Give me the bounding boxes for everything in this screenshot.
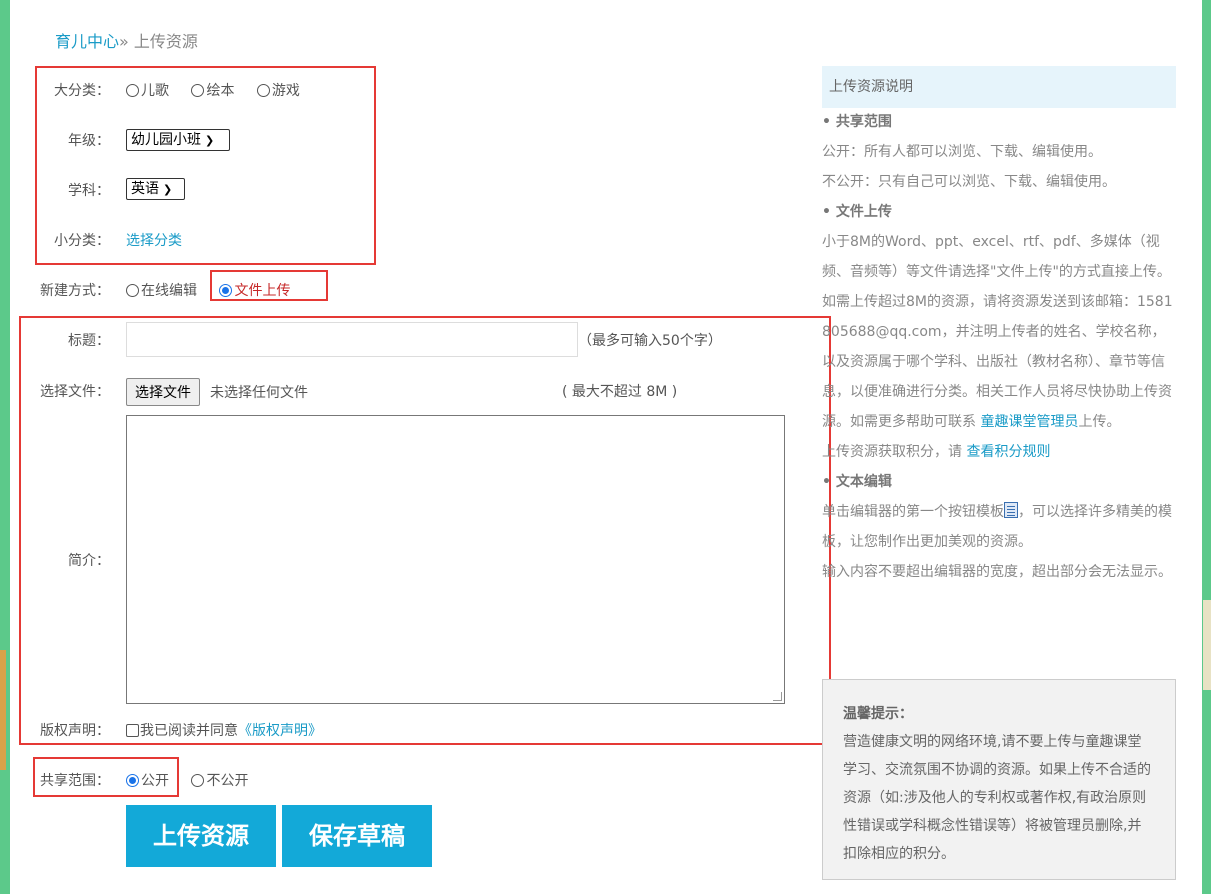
category-option-picturebook[interactable]: 绘本: [191, 83, 234, 99]
subcategory-label: 小分类：: [54, 233, 110, 249]
radio-checked-icon: [219, 284, 233, 297]
radio-icon: [126, 84, 139, 97]
sidebar-editor-title: • 文本编辑: [822, 474, 892, 490]
sidebar-points-text: 上传资源获取积分，请 查看积分规则: [822, 444, 1051, 460]
admin-contact-link[interactable]: 童趣课堂管理员: [980, 414, 1078, 430]
tip-box: 温馨提示： 营造健康文明的网络环境,请不要上传与童趣课堂学习、交流氛围不协调的资…: [822, 679, 1176, 880]
share-option-private[interactable]: 不公开: [191, 773, 248, 789]
sidebar-header: 上传资源说明: [822, 66, 1176, 108]
share-option-public[interactable]: 公开: [126, 773, 169, 789]
select-category-link[interactable]: 选择分类: [126, 230, 182, 250]
sidebar-share-section: • 共享范围 公开：所有人都可以浏览、下载、编辑使用。 不公开：只有自己可以浏览…: [822, 107, 1176, 587]
radio-icon: [126, 284, 139, 297]
file-label: 选择文件：: [40, 384, 110, 400]
title-label: 标题：: [68, 333, 110, 349]
radio-icon: [191, 84, 205, 97]
sidebar-large-file-text: 如需上传超过8M的资源，请将资源发送到该邮箱：1581805688@qq.com…: [822, 294, 1173, 430]
intro-label: 简介：: [68, 553, 110, 569]
grade-select[interactable]: 幼儿园小班 ❯: [126, 129, 230, 151]
create-mode-file-upload[interactable]: 文件上传: [219, 283, 290, 299]
tip-title: 温馨提示：: [843, 706, 913, 722]
save-draft-button[interactable]: 保存草稿: [282, 805, 432, 867]
resize-grip-icon[interactable]: [773, 692, 782, 701]
radio-icon: [191, 774, 205, 787]
breadcrumb-separator: »: [119, 32, 129, 51]
right-edge-decoration: [1202, 0, 1211, 894]
sidebar-share-private: 不公开：只有自己可以浏览、下载、编辑使用。: [822, 174, 1116, 190]
category-label: 大分类：: [54, 83, 110, 99]
right-edge-strip: [1203, 600, 1211, 690]
sidebar-share-public: 公开：所有人都可以浏览、下载、编辑使用。: [822, 144, 1102, 160]
breadcrumb-home-link[interactable]: 育儿中心: [55, 32, 119, 51]
share-radio-group: 公开 不公开: [126, 770, 248, 790]
subject-label: 学科：: [68, 183, 110, 199]
radio-checked-icon: [126, 774, 139, 787]
chevron-down-icon: ❯: [205, 134, 215, 147]
upload-resource-button[interactable]: 上传资源: [126, 805, 276, 867]
sidebar-editor-width: 输入内容不要超出编辑器的宽度，超出部分会无法显示。: [822, 564, 1172, 580]
chevron-down-icon: ❯: [163, 183, 173, 196]
tip-text: 营造健康文明的网络环境,请不要上传与童趣课堂学习、交流氛围不协调的资源。如果上传…: [843, 734, 1151, 862]
subject-select[interactable]: 英语 ❯: [126, 178, 185, 200]
category-option-games[interactable]: 游戏: [256, 83, 300, 99]
copyright-label: 版权声明：: [40, 723, 110, 739]
breadcrumb: 育儿中心» 上传资源: [55, 28, 198, 52]
radio-icon: [256, 84, 270, 97]
create-mode-radio-group: 在线编辑 文件上传: [126, 280, 290, 300]
sidebar-share-title: • 共享范围: [822, 114, 892, 130]
share-label: 共享范围：: [40, 773, 110, 789]
points-rules-link[interactable]: 查看积分规则: [966, 444, 1050, 460]
intro-textarea[interactable]: [126, 415, 785, 704]
create-mode-label: 新建方式：: [40, 283, 110, 299]
title-input[interactable]: [126, 322, 578, 357]
copyright-checkbox[interactable]: [126, 724, 139, 737]
copyright-agree: 我已阅读并同意《版权声明》: [126, 720, 322, 740]
file-status: 未选择任何文件: [210, 385, 308, 401]
breadcrumb-current: 上传资源: [133, 32, 198, 51]
copyright-link[interactable]: 《版权声明》: [238, 723, 322, 739]
category-option-songs[interactable]: 儿歌: [126, 83, 169, 99]
file-size-hint: ( 最大不超过 8M ): [562, 384, 678, 400]
create-mode-online-edit[interactable]: 在线编辑: [126, 283, 197, 299]
category-radio-group: 儿歌 绘本 游戏: [126, 80, 318, 100]
sidebar-upload-text: 小于8M的Word、ppt、excel、rtf、pdf、多媒体（视频、音频等）等…: [822, 234, 1171, 280]
choose-file-button[interactable]: 选择文件: [126, 378, 200, 406]
sidebar-editor-text: 单击编辑器的第一个按钮模板 ，可以选择许多精美的模板，让您制作出更加美观的资源。: [822, 502, 1172, 550]
template-document-icon: [1004, 502, 1018, 518]
left-edge-strip: [0, 650, 6, 770]
title-hint: （最多可输入50个字）: [578, 333, 722, 349]
sidebar-upload-title: • 文件上传: [822, 204, 892, 220]
grade-label: 年级：: [68, 133, 110, 149]
